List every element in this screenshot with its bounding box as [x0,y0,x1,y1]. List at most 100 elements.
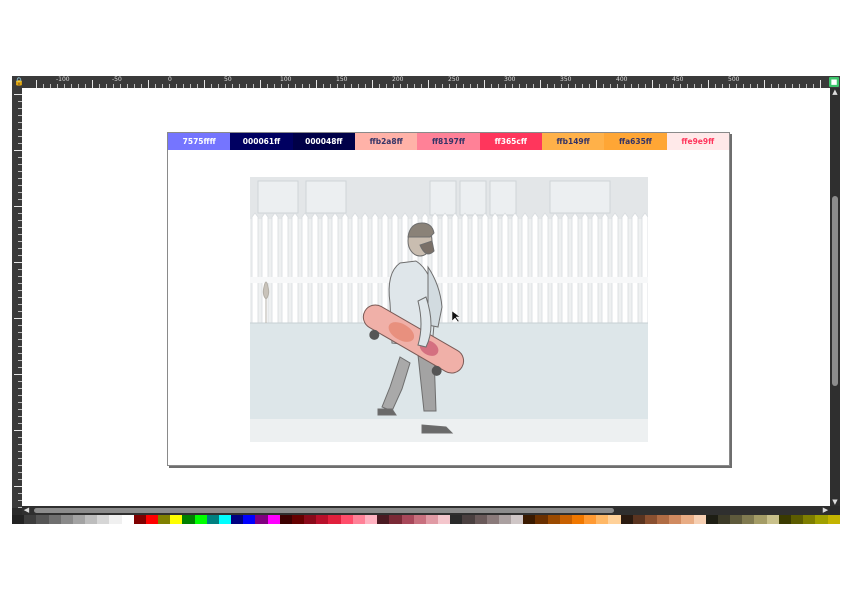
palette-color-cell[interactable] [316,515,329,524]
palette-color-cell[interactable] [243,515,256,524]
palette-color-cell[interactable] [693,515,706,524]
palette-color-cell[interactable] [462,515,475,524]
palette-color-cell[interactable] [815,515,828,524]
palette-color-cell[interactable] [364,515,378,524]
palette-color-cell[interactable] [559,515,572,524]
fence-picket [531,212,539,324]
palette-color-cell[interactable] [206,515,219,524]
palette-color-cell[interactable] [121,515,134,524]
palette-color-cell[interactable] [279,515,292,524]
document-page[interactable]: 7575ffff 000061ff 000048ff ffb2a8ff ff8197ff… [167,132,730,466]
palette-color-cell[interactable] [109,515,122,524]
palette-color-cell[interactable] [340,515,353,524]
palette-color-cell[interactable] [48,515,61,524]
swatch-000048ff[interactable]: 000048ff [292,133,355,150]
palette-color-cell[interactable] [72,515,86,524]
fence-picket [281,212,289,324]
palette-color-cell[interactable] [511,515,524,524]
swatch-7575ffff[interactable]: 7575ffff [168,133,231,150]
vertical-scroll-thumb[interactable] [832,196,838,386]
palette-color-cell[interactable] [450,515,463,524]
horizontal-scrollbar[interactable]: ◀ ▶ [22,506,830,515]
swatch-ff8197ff[interactable]: ff8197ff [417,133,480,150]
palette-color-cell[interactable] [778,515,791,524]
palette-color-cell[interactable] [571,515,585,524]
scroll-left-arrow-icon[interactable]: ◀ [22,506,31,515]
palette-color-cell[interactable] [425,515,439,524]
swatch-ffb2a8ff[interactable]: ffb2a8ff [354,133,418,150]
palette-color-cell[interactable] [60,515,73,524]
palette-color-cell[interactable] [352,515,365,524]
palette-color-cell[interactable] [377,515,390,524]
palette-color-cell[interactable] [182,515,195,524]
palette-color-cell[interactable] [170,515,183,524]
palette-color-cell[interactable] [194,515,207,524]
palette-color-cell[interactable] [657,515,670,524]
swatch-ffe9e9ff[interactable]: ffe9e9ff [666,133,729,150]
palette-color-cell[interactable] [632,515,645,524]
palette-color-cell[interactable] [754,515,767,524]
scroll-up-arrow-icon[interactable]: ▲ [831,88,839,96]
palette-color-cell[interactable] [133,515,146,524]
palette-color-cell[interactable] [231,515,244,524]
fence-picket [321,212,329,324]
fence-picket [521,212,529,324]
palette-color-cell[interactable] [328,515,341,524]
palette-color-cell[interactable] [24,515,37,524]
palette-color-cell[interactable] [97,515,110,524]
palette-color-cell[interactable] [474,515,487,524]
palette-color-cell[interactable] [742,515,755,524]
fence-picket [311,212,319,324]
palette-color-cell[interactable] [304,515,317,524]
scroll-down-arrow-icon[interactable]: ▼ [831,498,839,506]
palette-color-cell[interactable] [145,515,159,524]
palette-color-cell[interactable] [291,515,305,524]
palette-color-cell[interactable] [766,515,779,524]
palette-color-cell[interactable] [730,515,743,524]
palette-color-cell[interactable] [608,515,621,524]
horizontal-ruler[interactable]: -100 -50 0 50 100 150 200 250 300 350 400 450 500 [12,76,840,88]
palette-color-cell[interactable] [669,515,682,524]
palette-color-cell[interactable] [486,515,499,524]
fence-rail [250,277,648,283]
palette-color-cell[interactable] [827,515,840,524]
palette-color-cell[interactable] [401,515,414,524]
palette-color-cell[interactable] [535,515,548,524]
lock-icon[interactable]: 🔒 [14,78,24,86]
scroll-right-arrow-icon[interactable]: ▶ [821,506,830,515]
palette-color-cell[interactable] [158,515,171,524]
palette-color-cell[interactable] [523,515,536,524]
palette-color-cell[interactable] [413,515,426,524]
palette-color-cell[interactable] [255,515,268,524]
palette-color-cell[interactable] [791,515,804,524]
swatch-ffa635ff[interactable]: ffa635ff [604,133,667,150]
fence-picket [341,212,349,324]
palette-color-cell[interactable] [267,515,280,524]
vertical-scrollbar[interactable]: ▲ ▼ [830,88,840,506]
palette-color-cell[interactable] [717,515,731,524]
bottom-color-palette[interactable] [12,515,840,524]
palette-color-cell[interactable] [705,515,718,524]
swatch-ff365cff[interactable]: ff365cff [479,133,542,150]
palette-color-cell[interactable] [438,515,451,524]
display-mode-toggle-icon[interactable]: ■ [829,77,839,87]
swatch-000061ff[interactable]: 000061ff [230,133,293,150]
palette-color-cell[interactable] [681,515,694,524]
palette-color-cell[interactable] [85,515,98,524]
horizontal-scroll-thumb[interactable] [34,508,614,513]
palette-color-cell[interactable] [644,515,658,524]
drawing-canvas[interactable]: 7575ffff 000061ff 000048ff ffb2a8ff ff8197ff… [22,88,830,506]
palette-color-cell[interactable] [12,515,25,524]
palette-color-cell[interactable] [389,515,402,524]
swatch-ffb149ff[interactable]: ffb149ff [541,133,605,150]
palette-color-cell[interactable] [218,515,232,524]
palette-color-cell[interactable] [620,515,633,524]
palette-color-cell[interactable] [498,515,512,524]
vertical-ruler[interactable] [12,88,22,508]
palette-color-cell[interactable] [36,515,49,524]
palette-color-cell[interactable] [803,515,816,524]
palette-color-cell[interactable] [596,515,609,524]
palette-color-cell[interactable] [584,515,597,524]
skateboarder-illustration[interactable] [250,177,648,442]
palette-color-cell[interactable] [547,515,560,524]
